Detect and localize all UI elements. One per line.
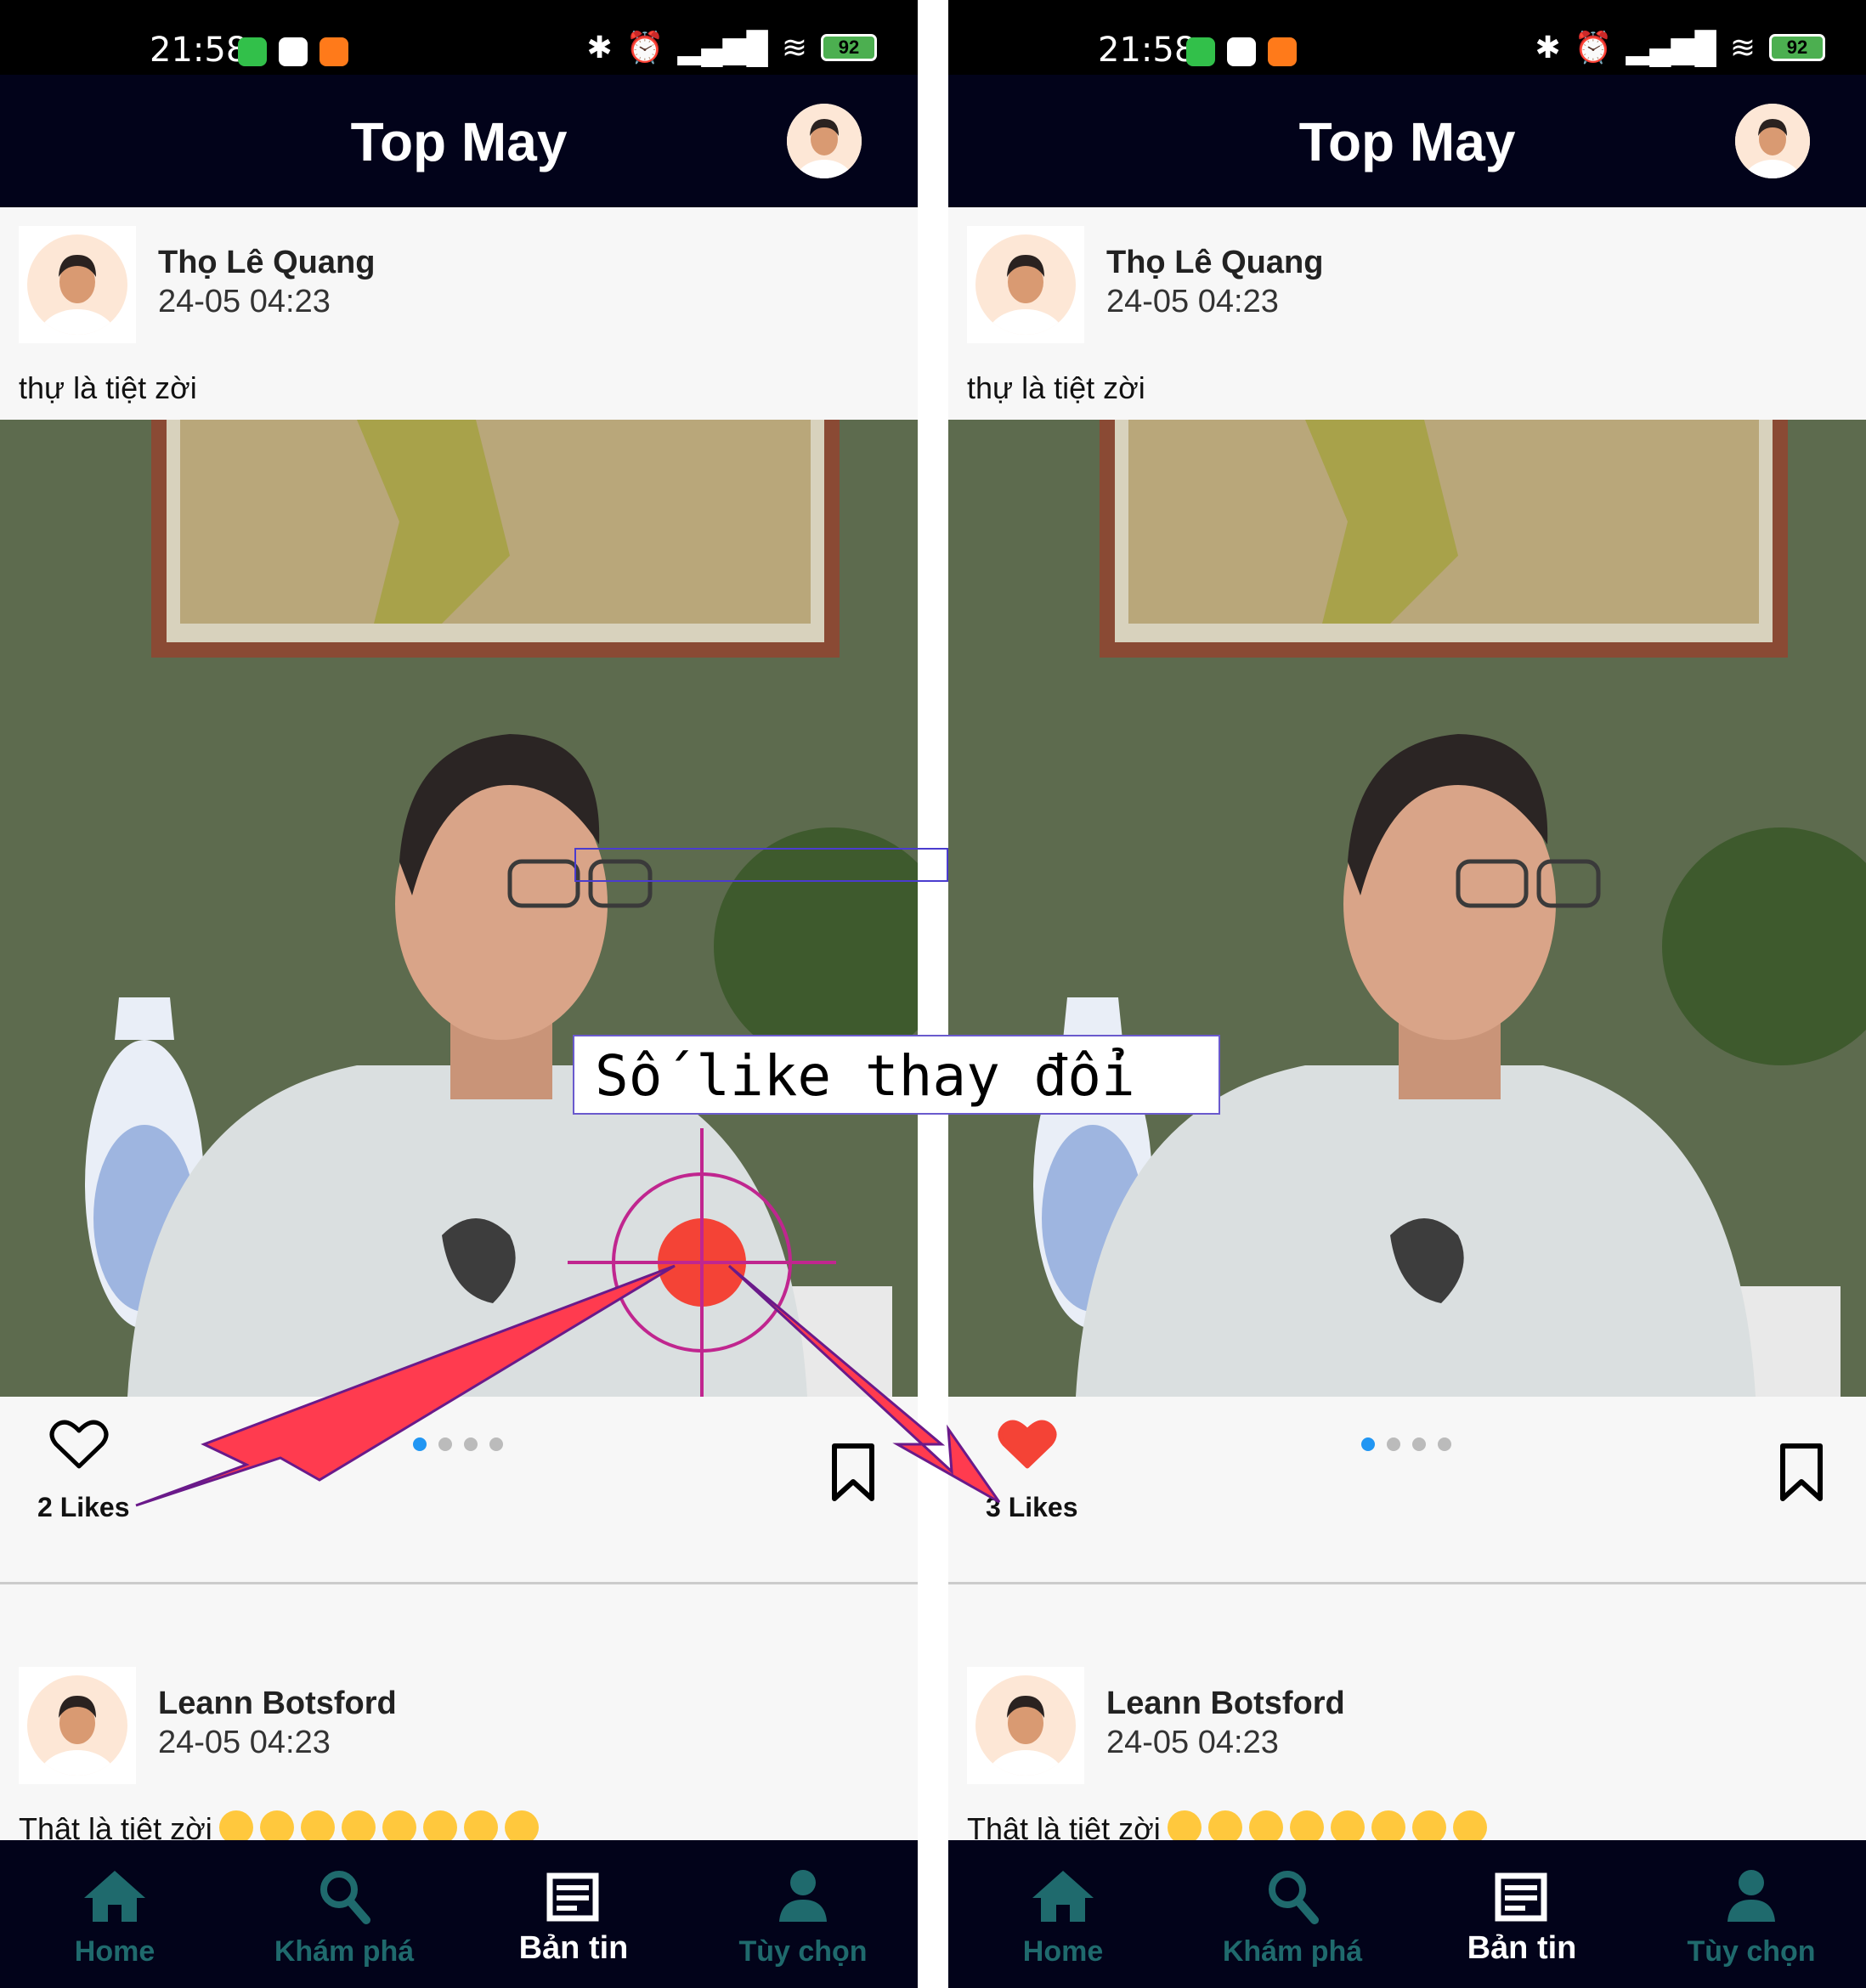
comparison-stage: 21:58 ✱ ⏰ ▂▄▆█ ≋ 92 Top May Thọ Lê Quang… bbox=[0, 0, 1866, 1988]
annotation-label: Số like thay đổi bbox=[595, 1043, 1135, 1109]
annotation-overlay bbox=[135, 1128, 1001, 1507]
arrow-to-right-likes bbox=[727, 1264, 1001, 1504]
arrow-to-left-likes bbox=[135, 1264, 676, 1507]
annotation-label-box: Số like thay đổi bbox=[573, 1035, 1220, 1115]
